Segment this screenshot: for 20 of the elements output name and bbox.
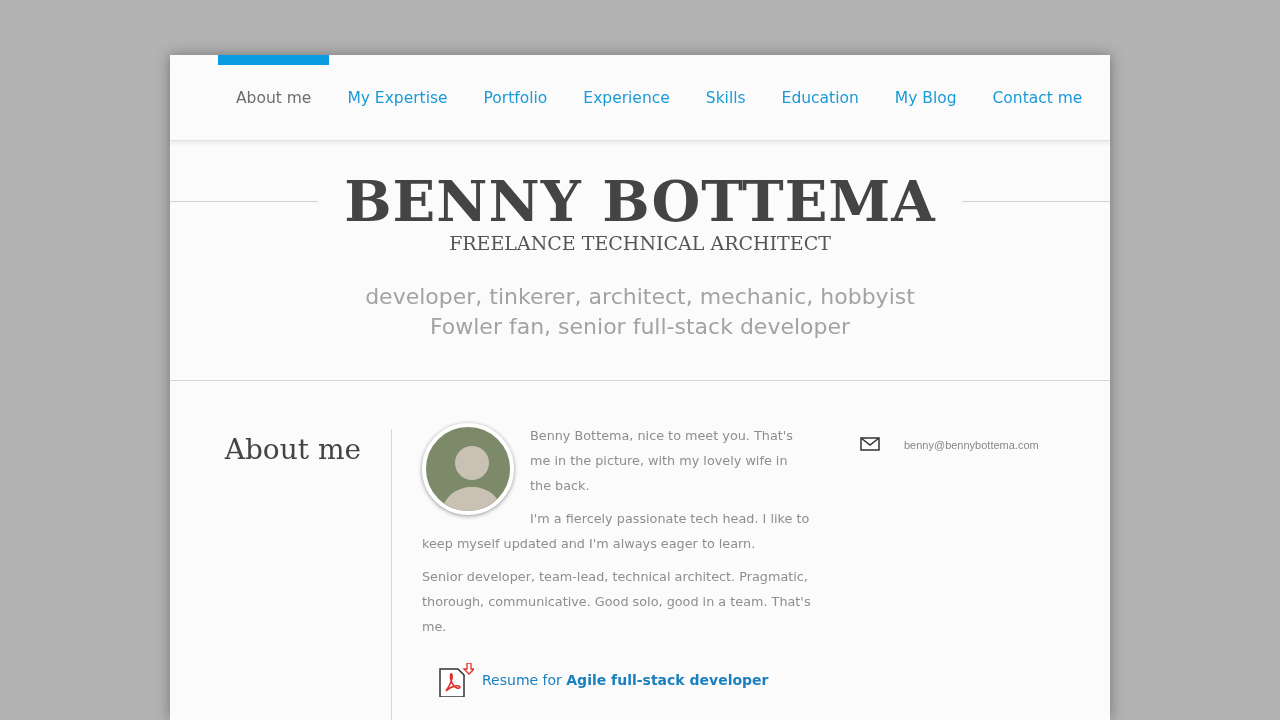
nav-tab[interactable]: Contact me	[974, 55, 1101, 141]
pdf-file-icon	[438, 663, 474, 697]
paragraph: Benny Bottema, nice to meet you. That's me in the picture, with my lovely wife in the back.	[530, 427, 794, 495]
resume-link[interactable]: Resume for Agile full-stack developer	[482, 667, 769, 693]
site-subtitle: FREELANCE TECHNICAL ARCHITECT	[448, 231, 832, 256]
tagline: Fowler fan, senior full-stack developer	[428, 312, 852, 341]
nav-tab[interactable]: My Expertise	[329, 55, 466, 141]
paragraph: I'm a fiercely passionate tech head. I like to keep myself updated and I'm always eager to learn.	[422, 510, 811, 553]
nav-tab[interactable]: My Blog	[876, 55, 975, 141]
nav-tab[interactable]: About me	[218, 55, 330, 141]
tagline: developer, tinkerer, architect, mechanic, hobbyist	[364, 282, 916, 311]
paragraph: Senior developer, team-lead, technical architect. Pragmatic, thorough, communicative. Good solo, good in a team. That's me.	[422, 568, 812, 636]
section-heading: About me	[170, 429, 392, 720]
mail-icon	[860, 437, 880, 451]
nav-tab[interactable]: Skills	[687, 55, 764, 141]
site-title: BENNY BOTTEMA	[343, 173, 937, 229]
nav-tab[interactable]: Education	[763, 55, 877, 141]
email-address: benny@bennybottema.com	[904, 438, 1039, 453]
nav-tab[interactable]: Portfolio	[465, 55, 566, 141]
nav-tab[interactable]: Experience	[565, 55, 688, 141]
